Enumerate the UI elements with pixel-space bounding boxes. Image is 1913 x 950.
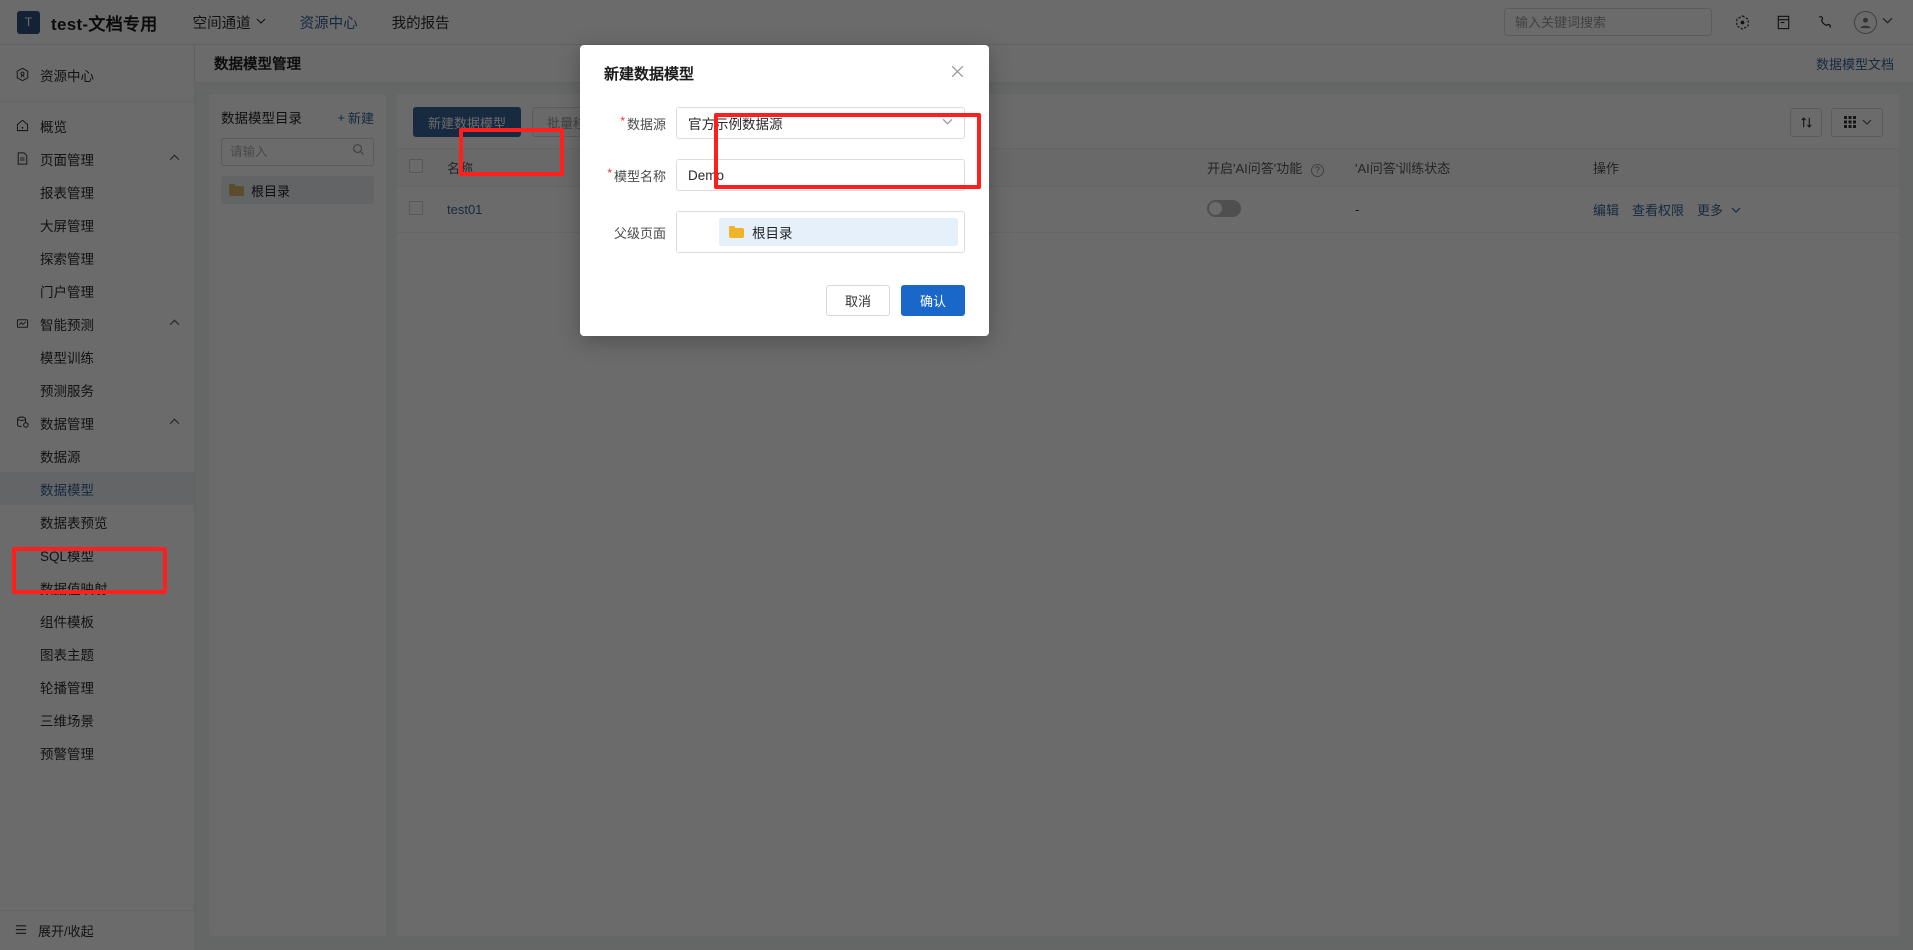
model-name-label: * 模型名称 <box>604 166 676 185</box>
datasource-value: 官方示例数据源 <box>688 117 783 132</box>
datasource-select[interactable]: 官方示例数据源 <box>676 107 965 139</box>
parent-page-node-label: 根目录 <box>752 226 793 241</box>
close-icon[interactable] <box>950 64 965 82</box>
folder-icon <box>729 226 744 238</box>
dialog-title: 新建数据模型 <box>604 65 695 83</box>
cancel-button[interactable]: 取消 <box>825 285 890 316</box>
create-data-model-dialog: 新建数据模型 * 数据源 官方示例数据源 * 模型名称 Demo 父级页面 根目… <box>580 45 989 336</box>
datasource-label-text: 数据源 <box>626 116 666 132</box>
dialog-body: *数据源 官方示例数据源 *模型名称 父级页面 <box>580 101 989 253</box>
model-name-label-text: 模型名称 <box>613 168 666 184</box>
dialog-header: 新建数据模型 <box>580 45 989 101</box>
model-name-field[interactable] <box>676 159 965 191</box>
form-row-parent-page: 父级页面 根目录 <box>604 211 965 253</box>
parent-page-tree: 根目录 <box>676 211 965 253</box>
required-marker: * <box>607 165 612 180</box>
required-marker: * <box>620 113 625 128</box>
model-name-input[interactable] <box>688 167 953 183</box>
dialog-footer: 取消 确认 <box>580 273 989 336</box>
form-row-model-name: * 模型名称 <box>604 159 965 191</box>
confirm-button[interactable]: 确认 <box>900 285 965 316</box>
chevron-down-icon <box>942 116 953 130</box>
form-row-datasource: * 数据源 官方示例数据源 <box>604 107 965 139</box>
parent-page-node-root[interactable]: 根目录 <box>719 218 958 246</box>
parent-page-label: 父级页面 <box>613 225 666 241</box>
datasource-label: * 数据源 <box>604 114 676 133</box>
app-root: T test-文档专用 空间通道 资源中心 我的报告 输入关键词搜索 资源中心 … <box>0 0 1913 950</box>
